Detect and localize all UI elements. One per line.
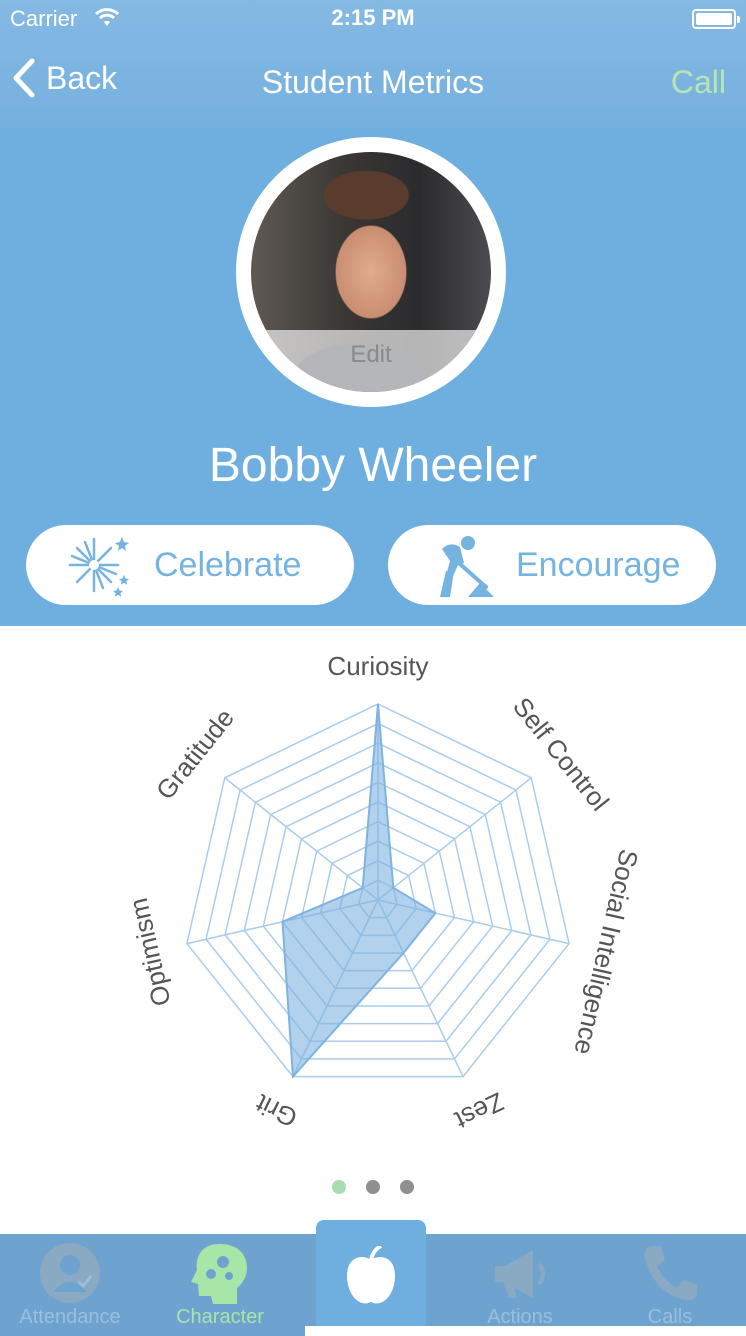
axis-label-zest: Zest [450,1086,509,1135]
worker-shovel-icon [440,536,494,597]
tab-calls[interactable]: Calls [595,1234,745,1336]
encourage-button[interactable]: Encourage [388,525,716,605]
fireworks-icon [68,537,129,597]
tab-attendance[interactable]: Attendance [0,1234,145,1336]
student-name: Bobby Wheeler [208,439,538,492]
tab-actions[interactable]: Actions [445,1234,595,1336]
celebrate-label: Celebrate [154,545,302,584]
top-bar: Carrier 2:15 PM Back Student Metrics Cal… [0,0,746,129]
tab-label: Character [176,1306,264,1328]
avatar[interactable]: Edit [251,152,491,392]
axis-label-social-intelligence: Social Intelligence [568,847,644,1058]
axis-label-grit: Grit [250,1088,301,1134]
radar-chart-svg: Curiosity Self Control Social Intelligence… [123,651,644,1136]
clock: 2:15 PM [331,5,415,30]
phone-icon [644,1246,697,1301]
page-dot-2[interactable] [366,1180,380,1194]
student-metrics-screen: Carrier 2:15 PM Back Student Metrics Cal… [0,0,746,1336]
call-button[interactable]: Call [671,64,726,101]
navigation-bar: Back Student Metrics Call [0,40,746,128]
page-dot-1[interactable] [331,1180,346,1194]
axis-label-self-control: Self Control [507,692,615,817]
edit-photo-button[interactable]: Edit [251,330,491,392]
page-indicator [0,1180,746,1199]
axis-label-gratitude: Gratitude [150,703,240,805]
megaphone-icon [495,1250,545,1298]
character-icon [191,1244,247,1304]
battery-icon [692,9,740,29]
tab-bar: Attendance Character Actions Calls [0,1220,746,1336]
tab-home[interactable] [316,1220,426,1330]
tab-character[interactable]: Character [145,1234,295,1336]
attendance-icon [40,1243,100,1303]
bottom-edge [305,1326,746,1336]
status-bar: Carrier 2:15 PM [0,0,746,40]
profile-header: Edit Bobby Wheeler Celebrate Encourage [0,128,746,626]
tab-label: Attendance [19,1306,121,1328]
axis-label-curiosity: Curiosity [327,651,428,681]
character-radar-chart: Curiosity Self Control Social Intelligence… [0,626,746,1234]
apple-icon [347,1246,395,1304]
axis-label-optimism: Optimism [123,895,177,1009]
avatar-frame: Edit [236,137,506,407]
page-title: Student Metrics [261,64,485,100]
encourage-label: Encourage [516,545,681,584]
celebrate-button[interactable]: Celebrate [26,525,354,605]
page-dot-3[interactable] [400,1180,415,1194]
